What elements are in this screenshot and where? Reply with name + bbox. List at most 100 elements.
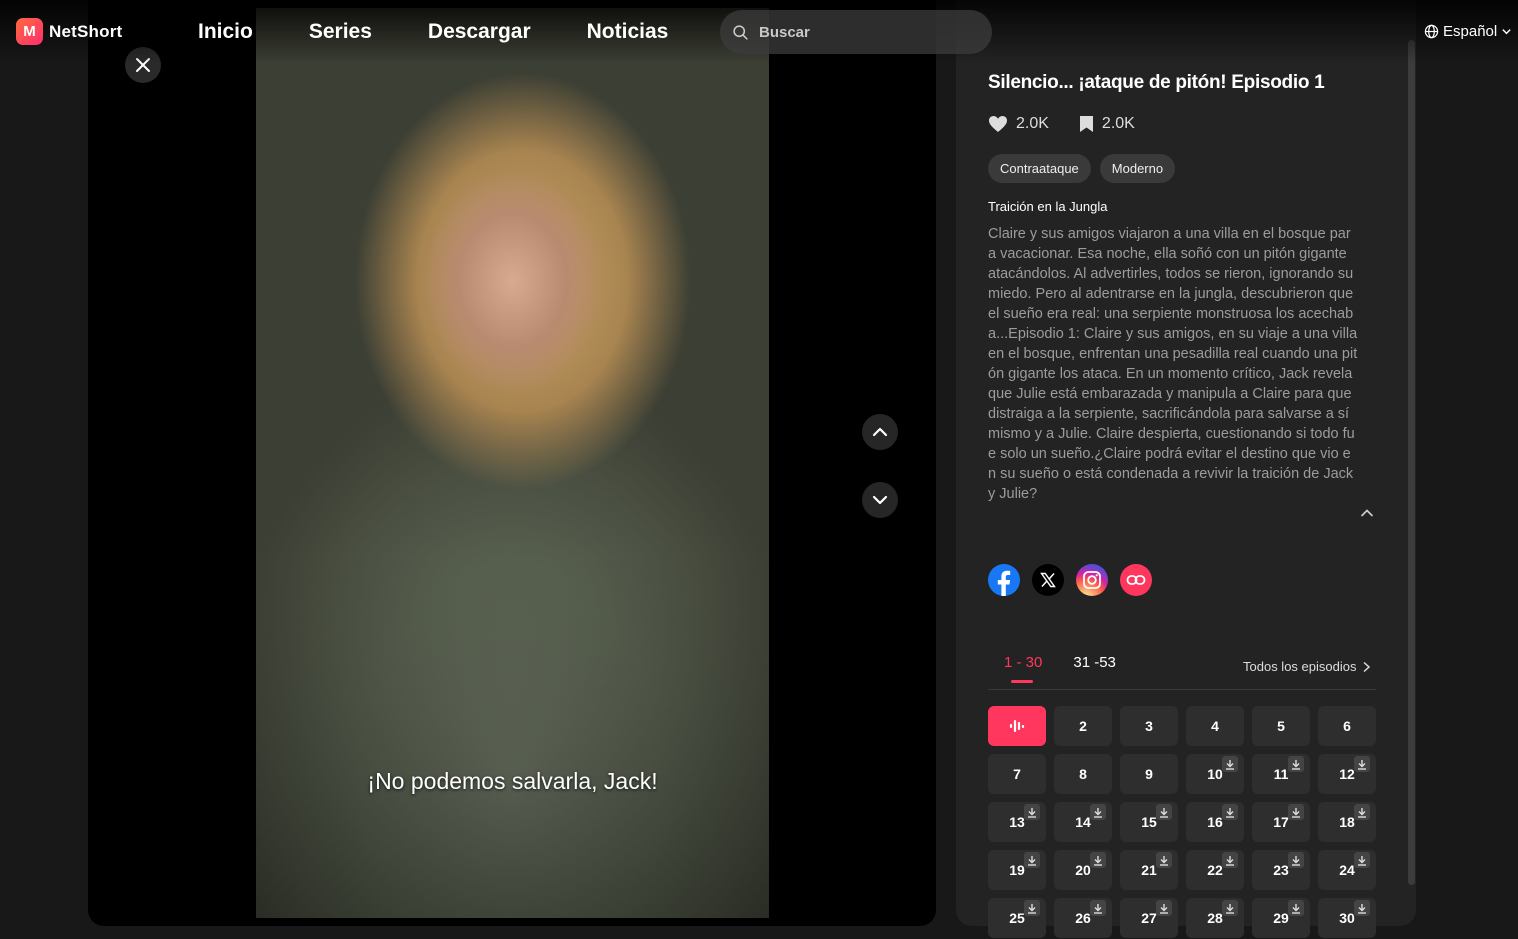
search-input[interactable] [759, 23, 979, 41]
episode-number: 22 [1207, 862, 1223, 878]
nav-descargar[interactable]: Descargar [428, 20, 531, 44]
episode-number: 5 [1277, 718, 1285, 734]
episode-button[interactable]: 29 [1252, 898, 1310, 938]
episode-button[interactable]: 30 [1318, 898, 1376, 938]
playing-bars-icon [1009, 720, 1025, 732]
episode-button[interactable]: 2 [1054, 706, 1112, 746]
facebook-share-button[interactable] [988, 564, 1020, 596]
collapse-description-button[interactable] [1360, 506, 1374, 525]
series-name[interactable]: Traición en la Jungla [988, 199, 1107, 214]
tag-contraataque[interactable]: Contraataque [988, 154, 1091, 183]
episode-number: 6 [1343, 718, 1351, 734]
all-episodes-link[interactable]: Todos los episodios [1243, 659, 1371, 674]
nav-noticias[interactable]: Noticias [587, 20, 669, 44]
language-label: Español [1443, 23, 1498, 40]
search-bar[interactable] [720, 10, 992, 54]
episode-number: 28 [1207, 910, 1223, 926]
episode-button[interactable]: 12 [1318, 754, 1376, 794]
download-icon[interactable] [1222, 852, 1238, 868]
logo[interactable]: M NetShort [16, 18, 122, 45]
episode-button[interactable]: 19 [988, 850, 1046, 890]
download-icon[interactable] [1024, 900, 1040, 916]
episode-button[interactable]: 14 [1054, 802, 1112, 842]
episode-button[interactable]: 20 [1054, 850, 1112, 890]
episode-button[interactable]: 28 [1186, 898, 1244, 938]
episode-button[interactable]: 15 [1120, 802, 1178, 842]
episode-number: 19 [1009, 862, 1025, 878]
tab-range-1-30[interactable]: 1 - 30 [1004, 654, 1042, 671]
episode-button[interactable]: 7 [988, 754, 1046, 794]
download-icon[interactable] [1354, 852, 1370, 868]
download-icon[interactable] [1354, 756, 1370, 772]
episode-number: 24 [1339, 862, 1355, 878]
previous-episode-button[interactable] [862, 414, 898, 450]
download-icon[interactable] [1288, 756, 1304, 772]
download-icon[interactable] [1156, 900, 1172, 916]
language-selector[interactable]: Español [1424, 23, 1512, 40]
download-icon[interactable] [1222, 900, 1238, 916]
nav-inicio[interactable]: Inicio [198, 20, 253, 44]
episode-button[interactable]: 21 [1120, 850, 1178, 890]
episode-button[interactable]: 3 [1120, 706, 1178, 746]
episode-button[interactable]: 25 [988, 898, 1046, 938]
episode-button[interactable]: 22 [1186, 850, 1244, 890]
episode-title: Silencio... ¡ataque de pitón! Episodio 1 [988, 72, 1325, 93]
like-button[interactable]: 2.0K [988, 115, 1049, 133]
episode-button[interactable]: 11 [1252, 754, 1310, 794]
download-icon[interactable] [1354, 900, 1370, 916]
download-icon[interactable] [1090, 852, 1106, 868]
episode-button[interactable]: 24 [1318, 850, 1376, 890]
next-episode-button[interactable] [862, 482, 898, 518]
episode-number: 18 [1339, 814, 1355, 830]
chevron-right-icon [1363, 661, 1371, 672]
episode-number: 27 [1141, 910, 1157, 926]
episode-button[interactable]: 18 [1318, 802, 1376, 842]
heart-icon [989, 116, 1007, 132]
tag-moderno[interactable]: Moderno [1099, 154, 1176, 183]
episode-number: 11 [1273, 766, 1289, 782]
download-icon[interactable] [1024, 804, 1040, 820]
episode-button[interactable]: 5 [1252, 706, 1310, 746]
chevron-down-icon [1502, 29, 1511, 35]
episode-button[interactable]: 6 [1318, 706, 1376, 746]
episode-number: 8 [1079, 766, 1087, 782]
episode-button[interactable]: 4 [1186, 706, 1244, 746]
facebook-icon [997, 570, 1011, 596]
video-frame[interactable]: ¡No podemos salvarla, Jack! [256, 8, 769, 918]
active-tab-indicator [1011, 680, 1033, 683]
download-icon[interactable] [1090, 900, 1106, 916]
download-icon[interactable] [1156, 804, 1172, 820]
download-icon[interactable] [1288, 900, 1304, 916]
download-icon[interactable] [1354, 804, 1370, 820]
x-share-button[interactable] [1032, 564, 1064, 596]
save-button[interactable]: 2.0K [1079, 115, 1135, 133]
instagram-share-button[interactable] [1076, 564, 1108, 596]
episode-number: 12 [1339, 766, 1355, 782]
episode-button[interactable]: 16 [1186, 802, 1244, 842]
episode-button[interactable]: 27 [1120, 898, 1178, 938]
download-icon[interactable] [1288, 852, 1304, 868]
nav-series[interactable]: Series [309, 20, 372, 44]
panel-scrollbar[interactable] [1408, 40, 1415, 885]
download-icon[interactable] [1090, 804, 1106, 820]
episode-button[interactable]: 23 [1252, 850, 1310, 890]
episode-button[interactable]: 26 [1054, 898, 1112, 938]
episode-button[interactable]: 8 [1054, 754, 1112, 794]
episode-button[interactable]: 9 [1120, 754, 1178, 794]
download-icon[interactable] [1222, 756, 1238, 772]
episode-button-playing[interactable] [988, 706, 1046, 746]
episode-number: 15 [1141, 814, 1157, 830]
episode-button[interactable]: 10 [1186, 754, 1244, 794]
episode-button[interactable]: 13 [988, 802, 1046, 842]
episode-button[interactable]: 17 [1252, 802, 1310, 842]
download-icon[interactable] [1156, 852, 1172, 868]
tab-range-31-53[interactable]: 31 -53 [1073, 654, 1116, 671]
download-icon[interactable] [1222, 804, 1238, 820]
download-icon[interactable] [1288, 804, 1304, 820]
download-icon[interactable] [1024, 852, 1040, 868]
top-header: M NetShort Inicio Series Descargar Notic… [0, 0, 1518, 64]
copy-link-button[interactable] [1120, 564, 1152, 596]
episode-number: 23 [1273, 862, 1289, 878]
main-nav: Inicio Series Descargar Noticias [198, 20, 668, 44]
episode-number: 17 [1273, 814, 1289, 830]
